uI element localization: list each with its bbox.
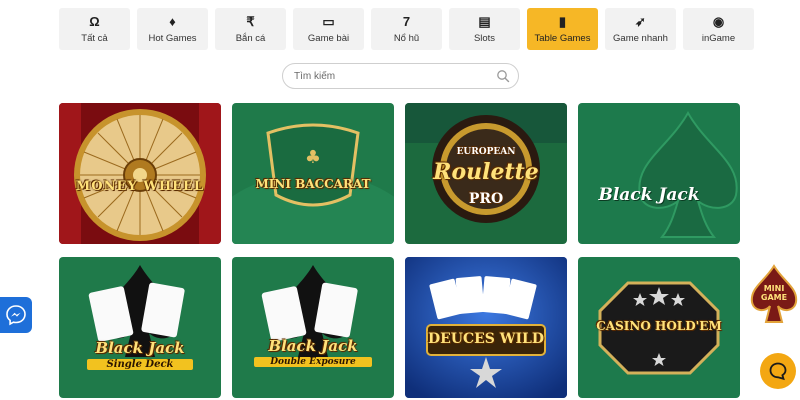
game-card-european-roulette-pro[interactable]: EUROPEAN Roulette PRO [405,103,567,244]
black-jack-double-exposure-art [232,257,394,398]
game-subtitle: Single Deck [87,359,193,370]
tab-hot-games[interactable]: ♦ Hot Games [137,8,208,50]
rupee-icon: ₹ [246,14,255,29]
black-jack-art [578,103,740,244]
mini-game-label: MINI GAME [748,284,800,302]
cards-icon: ▭ [322,14,335,29]
search-box [282,63,519,89]
category-tabs: Ω Tất cả ♦ Hot Games ₹ Bắn cá ▭ Game bài 7 Nổ… [59,8,754,50]
tab-all[interactable]: Ω Tất cả [59,8,130,50]
game-title: Roulette [433,159,539,185]
tab-table-games[interactable]: ▮ Table Games [527,8,598,50]
mini-game-button[interactable]: MINI GAME [748,264,800,324]
mini-baccarat-art: ♣ [232,103,394,244]
game-title: MINI BACCARAT [255,177,371,191]
phone-icon: ▮ [558,14,567,29]
tab-ingame[interactable]: ◉ inGame [683,8,754,50]
tab-label: inGame [701,32,736,44]
tab-label: Slots [473,32,496,44]
game-card-casino-holdem[interactable]: CASINO HOLD'EM [578,257,740,398]
tab-jackpot[interactable]: 7 Nổ hũ [371,8,442,50]
tab-quick-games[interactable]: ➶ Game nhanh [605,8,676,50]
game-card-deuces-wild[interactable]: DEUCES WILD [405,257,567,398]
slot-machine-icon: ▤ [478,14,491,29]
mini-game-label-line1: MINI [763,284,785,293]
tab-card-games[interactable]: ▭ Game bài [293,8,364,50]
tab-label: Game bài [307,32,350,44]
mini-game-label-line2: GAME [760,293,788,302]
game-title: CASINO HOLD'EM [596,319,722,333]
rocket-icon: ➶ [635,14,646,29]
tab-fishing[interactable]: ₹ Bắn cá [215,8,286,50]
game-title-top: EUROPEAN [456,147,516,157]
tab-label: Hot Games [148,32,197,44]
tab-label: Table Games [534,32,591,44]
game-title: Black Jack [95,339,185,357]
game-card-black-jack-single-deck[interactable]: Black Jack Single Deck [59,257,221,398]
messenger-icon [6,305,26,326]
tab-label: Game nhanh [613,32,668,44]
money-wheel-art [59,103,221,244]
tab-label: Nổ hũ [393,32,420,44]
black-jack-single-deck-art [59,257,221,398]
chat-button[interactable] [760,353,796,389]
search-input[interactable] [294,68,489,85]
game-card-mini-baccarat[interactable]: ♣ MINI BACCARAT [232,103,394,244]
game-title-bottom: PRO [468,191,504,207]
deuces-wild-art [405,257,567,398]
game-card-money-wheel[interactable]: MONEY WHEEL [59,103,221,244]
game-title: Black Jack [598,185,700,205]
game-title: MONEY WHEEL [75,179,205,194]
tab-label: Tất cả [81,32,108,44]
record-icon: ◉ [712,14,725,29]
chat-icon [769,362,787,381]
game-subtitle: Double Exposure [254,357,372,367]
game-title: DEUCES WILD [427,331,545,347]
game-card-black-jack[interactable]: Black Jack [578,103,740,244]
tab-slots[interactable]: ▤ Slots [449,8,520,50]
game-card-black-jack-double-exposure[interactable]: Black Jack Double Exposure [232,257,394,398]
omega-icon: Ω [89,14,100,29]
diamond-icon: ♦ [169,14,176,29]
tab-label: Bắn cá [235,32,266,44]
seven-icon: 7 [402,14,411,29]
messenger-button[interactable] [0,297,32,333]
game-title: Black Jack [268,337,358,355]
search-icon[interactable] [496,69,510,83]
game-grid: MONEY WHEEL ♣ MINI BACCARAT EUROPEAN Rou… [59,103,740,398]
svg-text:♣: ♣ [305,147,321,168]
